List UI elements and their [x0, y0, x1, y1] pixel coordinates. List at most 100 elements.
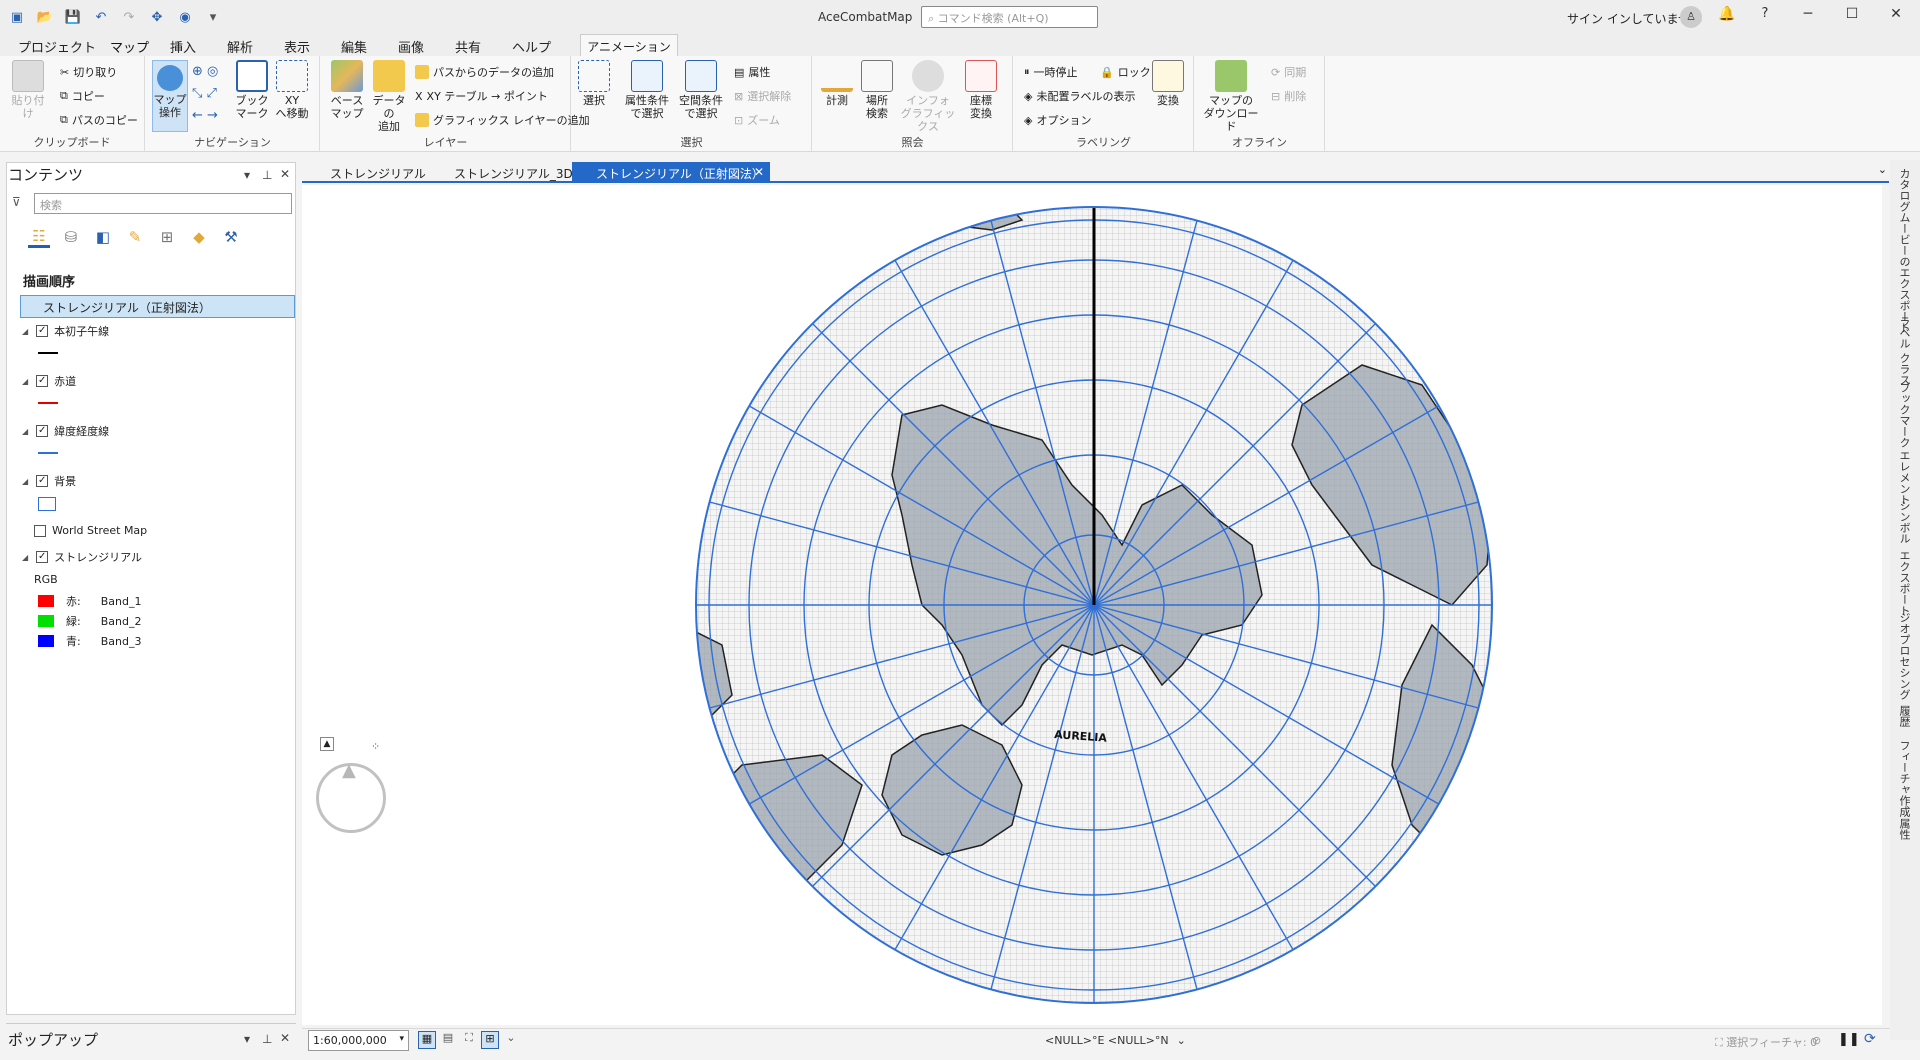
clear-selection-button[interactable]: ⊠ 選択解除 — [734, 88, 791, 104]
select-by-attributes-button[interactable]: 属性条件 で選択 — [622, 60, 672, 120]
label-options-button[interactable]: ◈ オプション — [1024, 112, 1091, 128]
tab-strangereal-orthographic[interactable]: ストレンジリアル（正射図法） ✕ — [572, 162, 770, 183]
contents-search-input[interactable]: 検索 — [34, 193, 292, 214]
explore-button[interactable]: マップ 操作 — [152, 60, 188, 132]
remove-button[interactable]: ⊟ 削除 — [1271, 88, 1306, 104]
customize-qat-icon[interactable]: ▾ — [202, 7, 224, 27]
full-extent-icon[interactable]: ⊕ ◎ — [192, 64, 218, 79]
lock-labels-button[interactable]: 🔒 ロック — [1100, 64, 1151, 80]
labeling-view-icon[interactable]: ◆ — [188, 226, 210, 248]
map-canvas[interactable]: AURELIA — [302, 185, 1882, 1025]
layer-graticule[interactable]: ◢ ✓ 緯度経度線 — [22, 423, 109, 439]
snapping-view-icon[interactable]: ⊞ — [156, 226, 178, 248]
navigator-compass-icon[interactable]: ▲ — [316, 760, 386, 833]
expand-icon[interactable]: ◢ — [22, 477, 28, 486]
redo-icon[interactable]: ↷ — [118, 7, 140, 27]
measure-button[interactable]: 計測 — [821, 60, 853, 107]
drawing-order-icon[interactable]: ☷ — [28, 226, 50, 248]
pane-menu-icon[interactable]: ▾ — [244, 168, 250, 182]
expand-icon[interactable]: ◢ — [22, 427, 28, 436]
select-button[interactable]: 選択 — [578, 60, 610, 107]
expand-icon[interactable]: ◢ — [22, 377, 28, 386]
bookmarks-button[interactable]: ブック マーク — [234, 60, 270, 120]
explore-tool-icon[interactable]: ✥ — [146, 7, 168, 27]
infographics-button[interactable]: インフォ グラフィックス — [897, 60, 959, 133]
coordinate-conversion-button[interactable]: 座標 変換 — [963, 60, 999, 120]
data-source-icon[interactable]: ⛁ — [60, 226, 82, 248]
previous-extent-icon[interactable]: ← → — [192, 108, 218, 123]
map-view[interactable]: AURELIA ▲ ▲ ⁘ — [302, 185, 1882, 1025]
tab-view[interactable]: 表示 — [284, 37, 310, 56]
layer-equator[interactable]: ◢ ✓ 赤道 — [22, 373, 76, 389]
select-by-location-button[interactable]: 空間条件 で選択 — [676, 60, 726, 120]
maximize-button[interactable]: ☐ — [1839, 6, 1865, 28]
tab-animation[interactable]: アニメーション — [580, 34, 678, 56]
tab-share[interactable]: 共有 — [455, 37, 481, 56]
download-map-button[interactable]: マップの ダウンロード — [1201, 60, 1261, 133]
tab-strangereal-3d[interactable]: ストレンジリアル_3D — [430, 162, 579, 183]
coordinate-dropdown-icon[interactable]: ⌄ — [1177, 1034, 1186, 1047]
map-item[interactable]: ストレンジリアル（正射図法） — [20, 295, 295, 318]
undo-icon[interactable]: ↶ — [90, 7, 112, 27]
popup-menu-icon[interactable]: ▾ — [244, 1032, 250, 1046]
notification-bell-icon[interactable]: 🔔 — [1714, 6, 1740, 28]
tab-imagery[interactable]: 画像 — [398, 37, 424, 56]
tab-edit[interactable]: 編集 — [341, 37, 367, 56]
tab-strangereal[interactable]: ストレンジリアル — [306, 162, 432, 183]
convert-labels-button[interactable]: 変換 — [1150, 60, 1186, 107]
rail-bookmarks[interactable]: ブックマーク — [1896, 382, 1912, 448]
expand-icon[interactable]: ◢ — [22, 553, 28, 562]
close-window-button[interactable]: ✕ — [1883, 6, 1909, 28]
attributes-button[interactable]: ▤ 属性 — [734, 64, 770, 80]
go-to-xy-button[interactable]: XY へ移動 — [274, 60, 310, 120]
copy-path-button[interactable]: ⧉ パスのコピー — [60, 112, 138, 128]
command-search-input[interactable]: ⌕ コマンド検索 (Alt+Q) — [921, 6, 1098, 28]
table-view-icon[interactable]: ▤ — [439, 1031, 457, 1049]
charts-view-icon[interactable]: ⚒ — [220, 226, 242, 248]
scale-selector[interactable]: 1:60,000,000 ▾ — [308, 1030, 409, 1051]
filter-icon[interactable]: ⊽ — [12, 195, 21, 209]
editing-view-icon[interactable]: ✎ — [124, 226, 146, 248]
rail-attributes[interactable]: 属性 — [1896, 818, 1912, 840]
tabs-overflow-icon[interactable]: ⌄ — [1878, 163, 1887, 176]
rail-history[interactable]: 履歴 — [1896, 705, 1912, 727]
help-button[interactable]: ? — [1752, 6, 1778, 28]
add-data-from-path-button[interactable]: パスからのデータの追加 — [415, 64, 554, 80]
rail-export-movie[interactable]: ムービーのエクスポート — [1896, 212, 1912, 333]
fixed-zoom-icon[interactable]: ⤡ ⤢ — [192, 86, 217, 101]
tab-insert[interactable]: 挿入 — [170, 37, 196, 56]
grid-view-icon[interactable]: ▦ — [418, 1031, 436, 1049]
pause-drawing-icon[interactable]: ❚❚ — [1838, 1032, 1860, 1047]
pin-icon[interactable]: ⊥ — [262, 168, 272, 182]
rail-symbology[interactable]: シンボル — [1896, 500, 1912, 544]
pane-close-icon[interactable]: ✕ — [280, 167, 290, 181]
layer-background[interactable]: ◢ ✓ 背景 — [22, 473, 76, 489]
rail-export[interactable]: エクスポート — [1896, 550, 1912, 616]
popup-close-icon[interactable]: ✕ — [280, 1031, 290, 1045]
layer-prime-meridian[interactable]: ◢ ✓ 本初子午線 — [22, 323, 109, 339]
rail-element[interactable]: エレメント — [1896, 450, 1912, 505]
layer-world-street-map[interactable]: World Street Map — [34, 524, 147, 537]
tools-dropdown-icon[interactable]: ⌄ — [502, 1031, 520, 1049]
collapse-arrow-icon[interactable]: ▲ — [320, 737, 334, 751]
minimize-button[interactable]: ─ — [1795, 6, 1821, 28]
zoom-to-selection-button[interactable]: ⊡ ズーム — [734, 112, 780, 128]
tab-close-icon[interactable]: ✕ — [754, 165, 764, 179]
add-data-button[interactable]: データの 追加 — [369, 60, 409, 133]
user-avatar-icon[interactable]: ♙ — [1680, 6, 1702, 28]
pause-labels-button[interactable]: ⏸ 一時停止 — [1024, 64, 1078, 80]
paste-button[interactable]: 貼り付け — [10, 60, 46, 120]
tab-analysis[interactable]: 解析 — [227, 37, 253, 56]
rail-label-class[interactable]: ラベル クラス — [1896, 316, 1912, 386]
open-project-icon[interactable]: 📂 — [34, 7, 56, 27]
layer-checkbox[interactable]: ✓ — [36, 325, 49, 337]
rail-catalog[interactable]: カタログ — [1896, 168, 1912, 212]
rail-create-features[interactable]: フィーチャ作成 — [1896, 740, 1912, 817]
xy-table-to-point-button[interactable]: ⵝ XY テーブル → ポイント — [415, 88, 548, 104]
tab-help[interactable]: ヘルプ — [512, 37, 551, 56]
rail-geoprocessing[interactable]: ジオプロセシング — [1896, 612, 1912, 700]
sync-button[interactable]: ⟳ 同期 — [1271, 64, 1306, 80]
view-unplaced-button[interactable]: ◈ 未配置ラベルの表示 — [1024, 88, 1135, 104]
expand-icon[interactable]: ◢ — [22, 327, 28, 336]
tab-project[interactable]: プロジェクト — [18, 37, 96, 56]
